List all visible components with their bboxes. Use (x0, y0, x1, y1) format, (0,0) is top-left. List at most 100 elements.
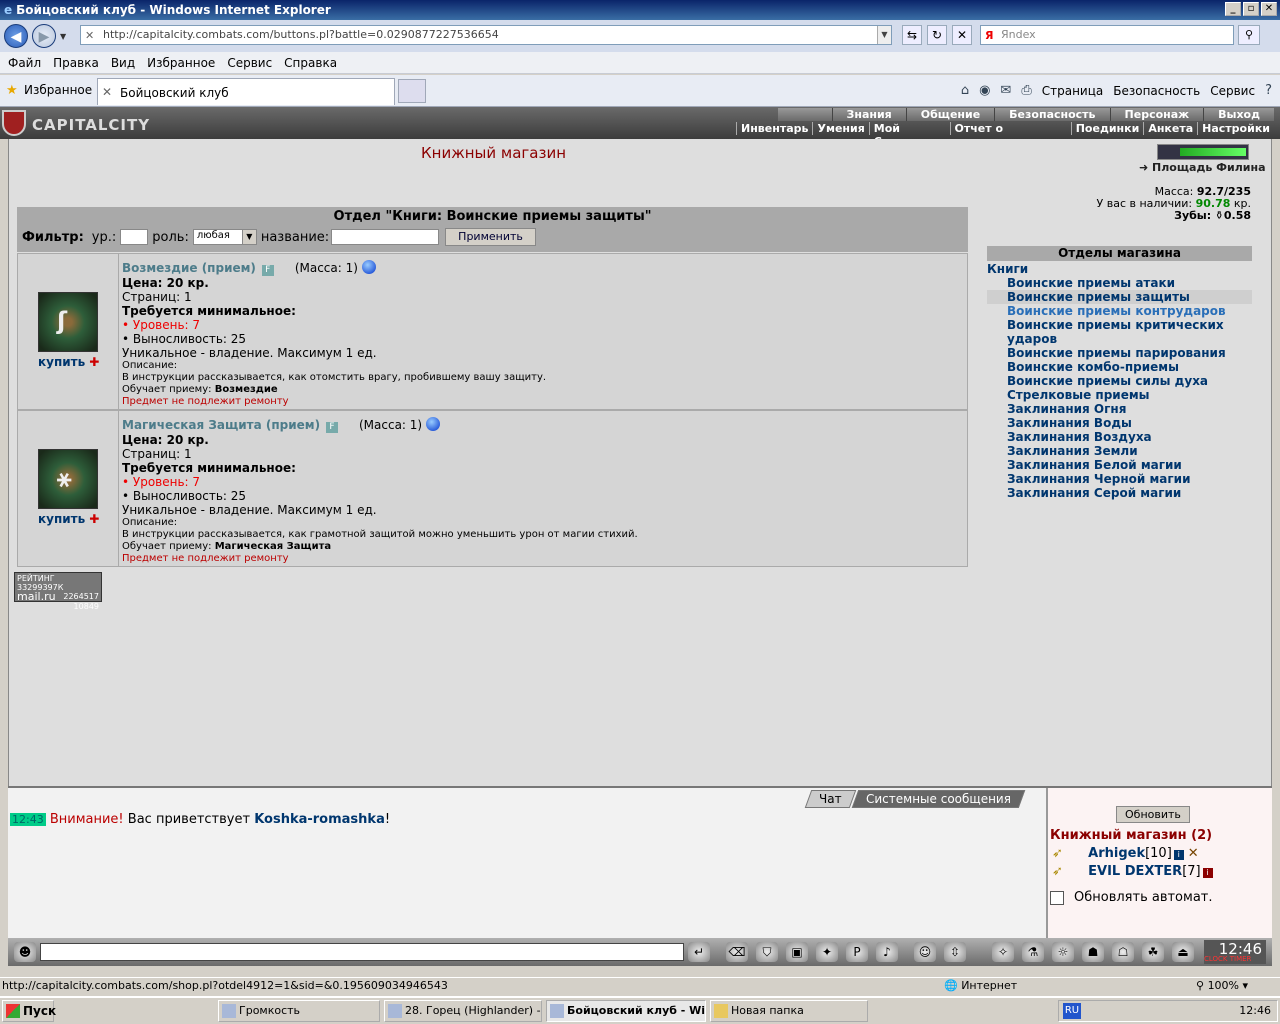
chat-user[interactable]: Koshka-romashka (254, 812, 385, 827)
dept-link[interactable]: Заклинания Воздуха (987, 430, 1252, 444)
nav-duels[interactable]: Поединки (1070, 122, 1144, 135)
private-icon[interactable]: P (846, 942, 868, 962)
auto-refresh-checkbox[interactable] (1050, 890, 1064, 905)
menu-view[interactable]: Вид (111, 56, 135, 70)
refresh-button[interactable]: Обновить (1116, 806, 1190, 823)
task-new-folder[interactable]: Новая папка (710, 1000, 868, 1022)
menu-file[interactable]: Файл (8, 56, 41, 70)
scroll-icon[interactable]: ⇳ (944, 942, 966, 962)
dept-link[interactable]: Заклинания Серой магии (987, 486, 1252, 500)
menu-favorites[interactable]: Избранное (147, 56, 215, 70)
nav-profile[interactable]: Анкета (1143, 122, 1197, 135)
private-msg-icon[interactable]: ➶ (1052, 864, 1074, 879)
dept-link[interactable]: Воинские приемы контрударов (987, 304, 1252, 318)
fighter-icon[interactable]: ✦ (816, 942, 838, 962)
stop-icon[interactable]: ✕ (952, 25, 972, 45)
mailru-counter[interactable]: РЕЙТИНГ 33299397К mail.ru 2264517 10849 (14, 572, 102, 611)
globe-icon[interactable] (361, 260, 376, 274)
dept-link[interactable]: Воинские приемы парирования (987, 346, 1252, 360)
user-name[interactable]: EVIL DEXTER (1088, 864, 1182, 879)
chat-head-icon[interactable]: ☻ (14, 942, 36, 962)
level-filter-input[interactable] (120, 229, 149, 245)
history-dropdown-icon[interactable]: ▼ (60, 32, 66, 41)
menu-tools[interactable]: Сервис (227, 56, 272, 70)
smiley-icon[interactable]: ☺ (914, 942, 936, 962)
buy-button[interactable]: купить ✚ (38, 355, 99, 369)
nav-my-scroll[interactable]: Мой Скролл (868, 122, 950, 148)
group-icon[interactable]: ☖ (1112, 942, 1134, 962)
forward-button[interactable]: ▶ (32, 24, 56, 48)
buy-button[interactable]: купить ✚ (38, 512, 99, 526)
dept-link[interactable]: Стрелковые приемы (987, 388, 1252, 402)
address-input[interactable]: ✕ http://capitalcity.combats.com/buttons… (80, 25, 892, 45)
info-icon[interactable]: i (1173, 850, 1184, 860)
search-input[interactable]: Я Яndex (980, 25, 1234, 45)
task-volume[interactable]: Громкость (218, 1000, 380, 1022)
forum-icon[interactable]: F (261, 265, 274, 276)
back-button[interactable]: ◀ (4, 24, 28, 48)
item-name[interactable]: Возмездие (прием) (122, 261, 256, 275)
dept-link-active[interactable]: Воинские приемы защиты (987, 290, 1252, 304)
potion-icon[interactable]: ⚗ (1022, 942, 1044, 962)
cmd-page[interactable]: Страница (1042, 84, 1104, 98)
maximize-button[interactable]: ▫ (1243, 2, 1259, 16)
search-icon[interactable]: ⚲ (1238, 25, 1260, 45)
sound-icon[interactable]: ♪ (876, 942, 898, 962)
clan-icon[interactable]: ☼ (1052, 942, 1074, 962)
task-highlander[interactable]: 28. Горец (Highlander) -... (384, 1000, 542, 1022)
favorites-button[interactable]: Избранное (24, 83, 92, 97)
dept-link[interactable]: Воинские приемы силы духа (987, 374, 1252, 388)
help-icon[interactable]: ? (1265, 83, 1272, 98)
forum-icon[interactable]: F (325, 422, 338, 433)
dept-link[interactable]: Воинские приемы атаки (987, 276, 1252, 290)
message-time[interactable]: 12:43 (10, 813, 46, 826)
tab-system-messages[interactable]: Системные сообщения (851, 790, 1025, 808)
nav-exit[interactable]: Выход (1203, 108, 1274, 121)
address-dropdown-icon[interactable]: ▼ (877, 26, 891, 44)
globe-icon[interactable] (425, 417, 440, 431)
save-icon[interactable]: ▣ (786, 942, 808, 962)
nav-settings[interactable]: Настройки (1197, 122, 1274, 135)
name-filter-input[interactable] (331, 229, 440, 245)
language-indicator[interactable]: RU (1063, 1003, 1081, 1019)
mail-icon[interactable]: ✉ (1000, 83, 1011, 98)
nav-character[interactable]: Персонаж (1109, 108, 1204, 121)
menu-edit[interactable]: Правка (53, 56, 99, 70)
nav-security[interactable]: Безопасность (994, 108, 1109, 121)
cmd-security[interactable]: Безопасность (1113, 84, 1200, 98)
dept-link[interactable]: Воинские комбо-приемы (987, 360, 1252, 374)
nav-skills[interactable]: Умения (812, 122, 868, 135)
dept-link[interactable]: Заклинания Черной магии (987, 472, 1252, 486)
refresh-icon[interactable]: ↻ (927, 25, 947, 45)
dept-link[interactable]: Заклинания Огня (987, 402, 1252, 416)
location-link[interactable]: ➜ Площадь Филина (1139, 161, 1266, 174)
print-icon[interactable]: ⎙ (1021, 83, 1031, 98)
books-category[interactable]: Книги (987, 262, 1252, 276)
task-combats[interactable]: Бойцовский клуб - Wi... (546, 1000, 706, 1022)
info-icon[interactable]: i (1202, 868, 1213, 878)
star-icon[interactable]: ★ (6, 83, 18, 98)
private-msg-icon[interactable]: ➶ (1052, 846, 1074, 861)
apply-button[interactable]: Применить (445, 228, 536, 246)
nav-knowledge[interactable]: Знания (831, 108, 906, 121)
close-button[interactable]: ✕ (1261, 2, 1277, 16)
friends-icon[interactable]: ☘ (1142, 942, 1164, 962)
tab-chat[interactable]: Чат (804, 790, 856, 808)
dept-link[interactable]: Заклинания Воды (987, 416, 1252, 430)
user-name[interactable]: Arhigek (1088, 846, 1145, 861)
start-button[interactable]: Пуск (2, 1000, 56, 1022)
enter-icon[interactable]: ↵ (688, 942, 710, 962)
browser-tab[interactable]: ✕ Бойцовский клуб (97, 78, 395, 105)
exit-icon[interactable]: ⏏ (1172, 942, 1194, 962)
compat-view-icon[interactable]: ⇆ (902, 25, 922, 45)
cmd-tools[interactable]: Сервис (1210, 84, 1255, 98)
mask-icon[interactable]: ☗ (1082, 942, 1104, 962)
magic-icon[interactable]: ✧ (992, 942, 1014, 962)
chat-input[interactable] (40, 943, 684, 961)
nav-transfer-report[interactable]: Отчет о переводах (949, 122, 1071, 148)
minimize-button[interactable]: _ (1225, 2, 1241, 16)
dept-link[interactable]: Заклинания Земли (987, 444, 1252, 458)
nav-inventory[interactable]: Инвентарь (736, 122, 812, 135)
dept-link[interactable]: Воинские приемы критических ударов (987, 318, 1252, 346)
zoom-control[interactable]: ⚲ 100% ▾ (1196, 978, 1248, 994)
